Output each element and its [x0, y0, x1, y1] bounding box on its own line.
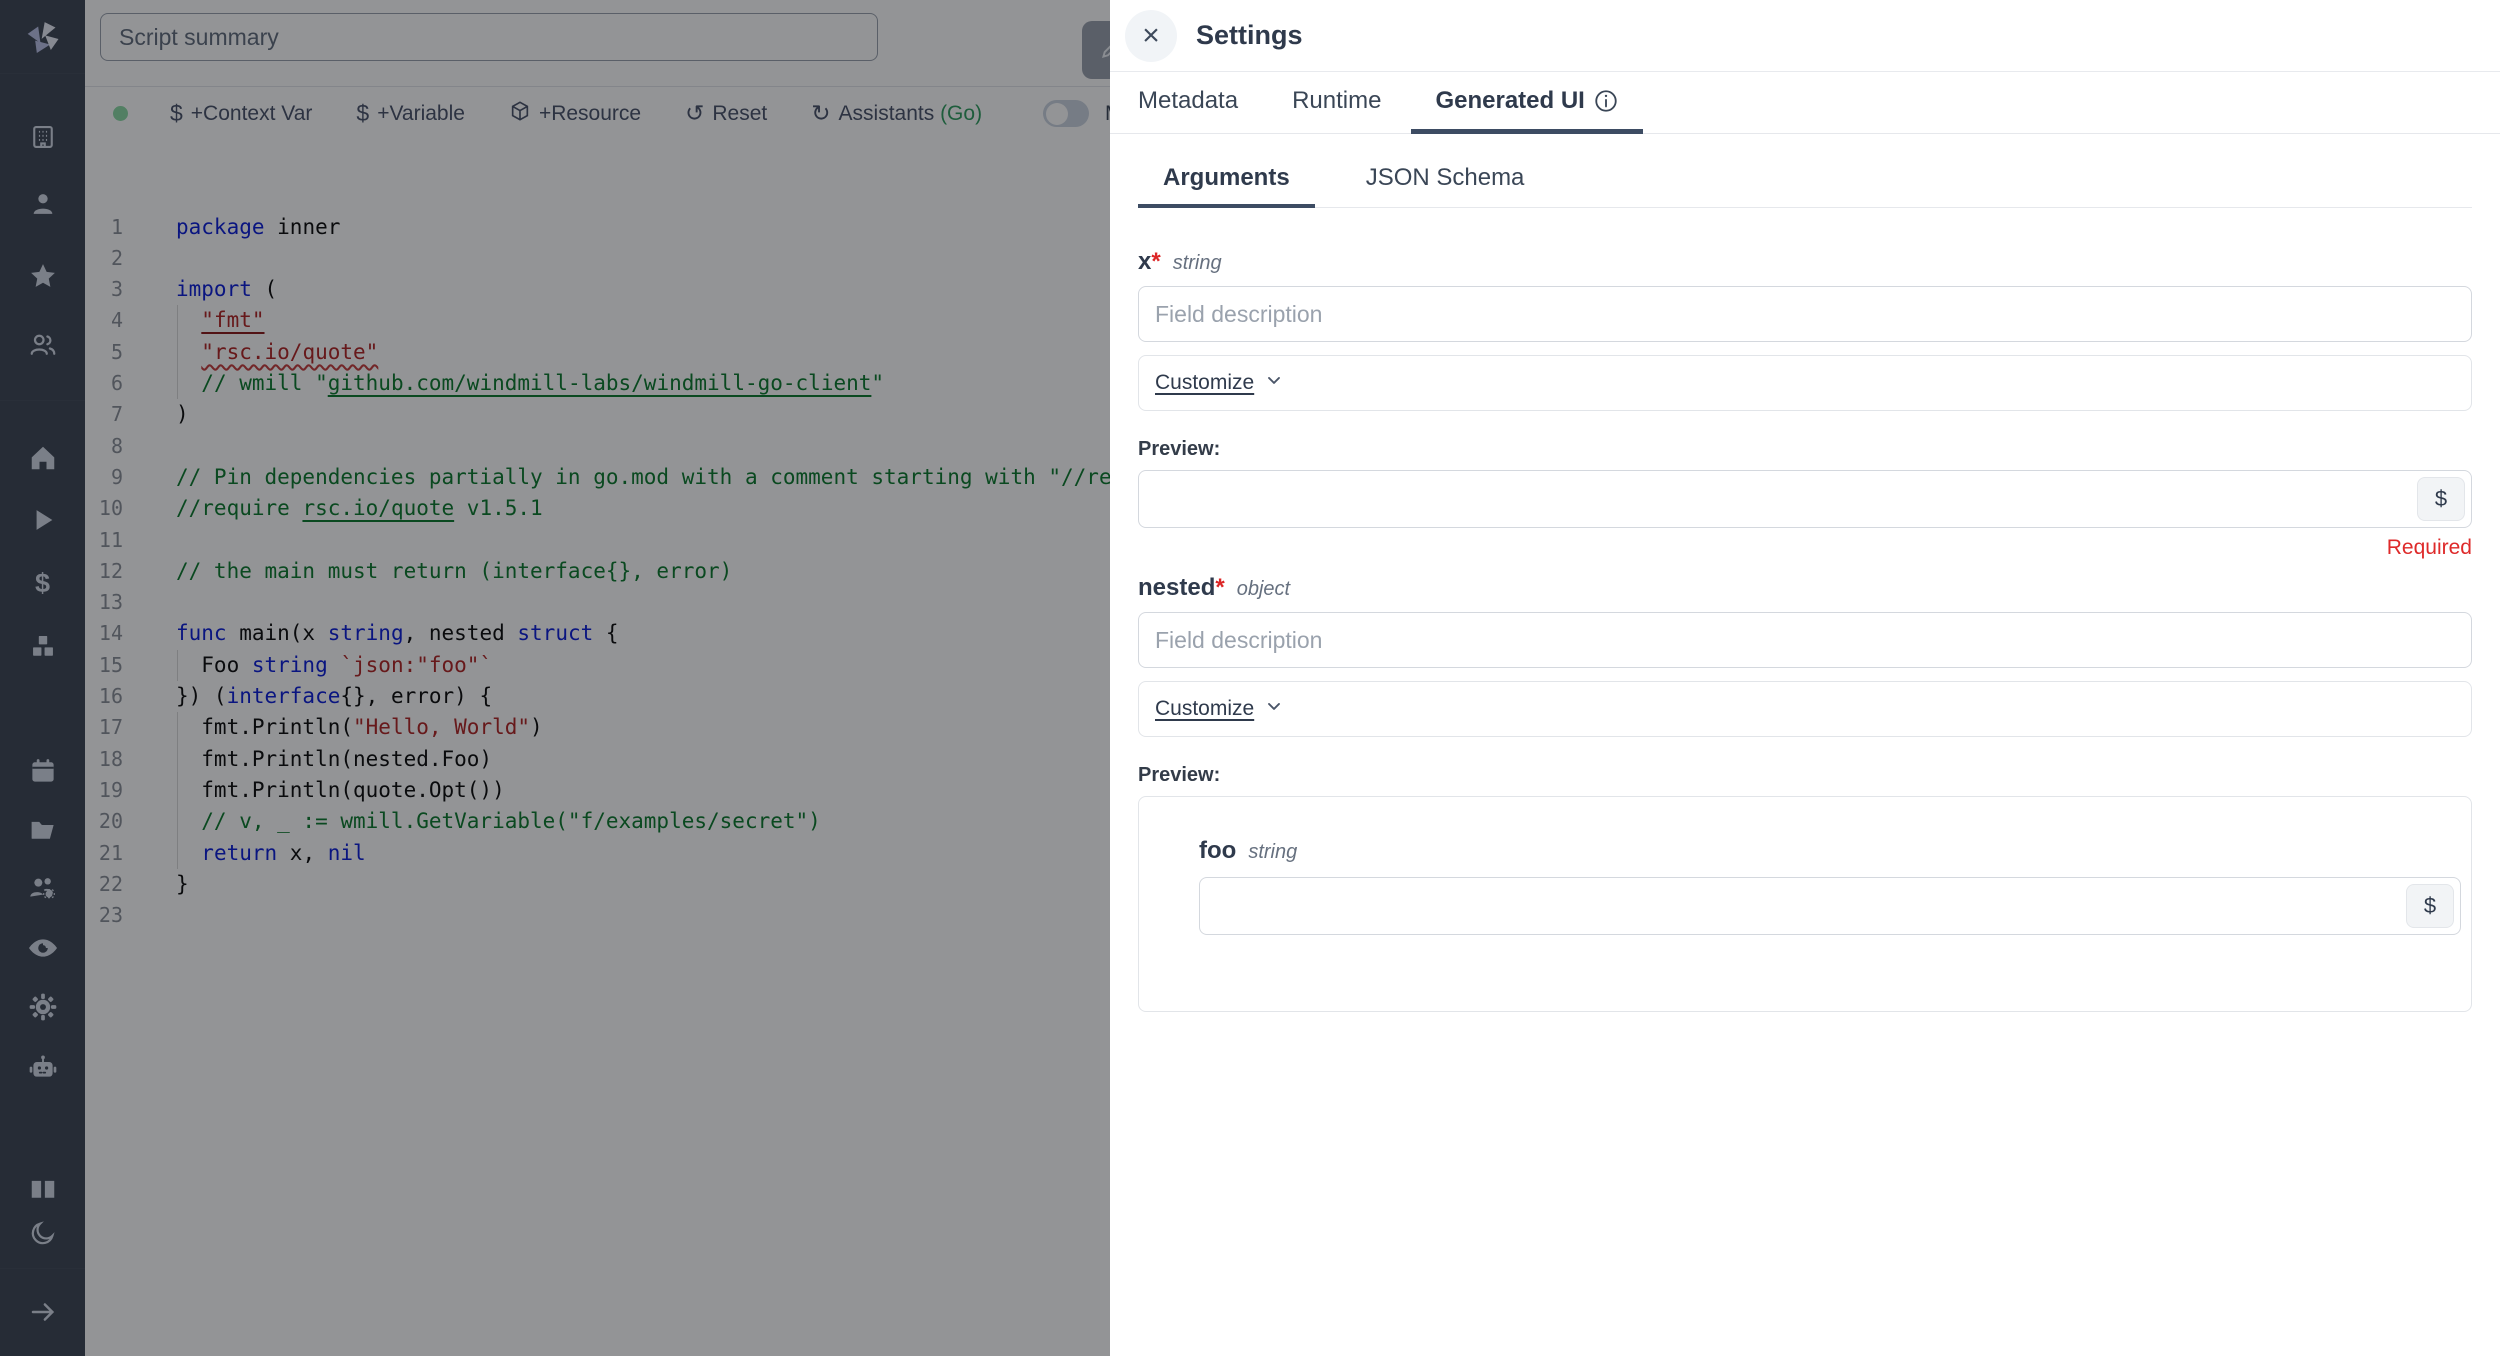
subtab-json-schema[interactable]: JSON Schema — [1341, 164, 1550, 207]
chevron-down-icon — [1264, 696, 1284, 722]
field-label: x* string — [1138, 248, 2472, 276]
customize-toggle[interactable]: Customize — [1155, 370, 1284, 396]
subtab-arguments[interactable]: Arguments — [1138, 164, 1315, 207]
customize-section: Customize — [1138, 355, 2472, 411]
required-asterisk: * — [1151, 248, 1160, 276]
settings-drawer: × Settings Metadata Runtime Generated UI… — [1110, 0, 2500, 1356]
nested-object-preview: foo string $ — [1138, 796, 2472, 1012]
close-button[interactable]: × — [1125, 10, 1177, 62]
generated-ui-content: Arguments JSON Schema x* string Customiz… — [1110, 134, 2500, 1012]
argument-field-x: x* string Customize Preview: — [1138, 248, 2472, 560]
field-type: string — [1173, 252, 1222, 275]
required-asterisk: * — [1215, 574, 1224, 602]
preview-label: Preview: — [1138, 438, 2472, 461]
preview-value-input-x[interactable] — [1138, 470, 2472, 528]
field-name: foo — [1199, 837, 1236, 865]
settings-tabs: Metadata Runtime Generated UI — [1110, 72, 2500, 134]
app-root: $ — [0, 0, 2500, 1356]
chevron-down-icon — [1264, 370, 1284, 396]
info-icon[interactable] — [1593, 88, 1619, 114]
preview-input-wrap: $ — [1199, 877, 2461, 935]
schema-subtabs: Arguments JSON Schema — [1138, 164, 2472, 208]
field-type: string — [1248, 841, 1297, 864]
customize-section: Customize — [1138, 681, 2472, 737]
field-type: object — [1237, 578, 1290, 601]
tab-runtime[interactable]: Runtime — [1292, 87, 1381, 133]
tab-generated-ui[interactable]: Generated UI — [1435, 87, 1618, 133]
preview-label: Preview: — [1138, 764, 2472, 787]
field-label: nested* object — [1138, 574, 2472, 602]
field-name: nested — [1138, 574, 1215, 602]
insert-variable-button[interactable]: $ — [2406, 884, 2454, 928]
required-validation-message: Required — [1138, 536, 2472, 560]
argument-field-nested: nested* object Customize Preview: — [1138, 574, 2472, 1012]
field-name: x — [1138, 248, 1151, 276]
tab-metadata[interactable]: Metadata — [1138, 87, 1238, 133]
field-description-input[interactable] — [1138, 286, 2472, 342]
page-title: Settings — [1196, 20, 1303, 51]
preview-input-wrap: $ — [1138, 470, 2472, 528]
field-label: foo string — [1199, 837, 2459, 865]
settings-header: × Settings — [1110, 0, 2500, 72]
insert-variable-button[interactable]: $ — [2417, 477, 2465, 521]
field-description-input[interactable] — [1138, 612, 2472, 668]
preview-value-input-foo[interactable] — [1199, 877, 2461, 935]
customize-toggle[interactable]: Customize — [1155, 696, 1284, 722]
